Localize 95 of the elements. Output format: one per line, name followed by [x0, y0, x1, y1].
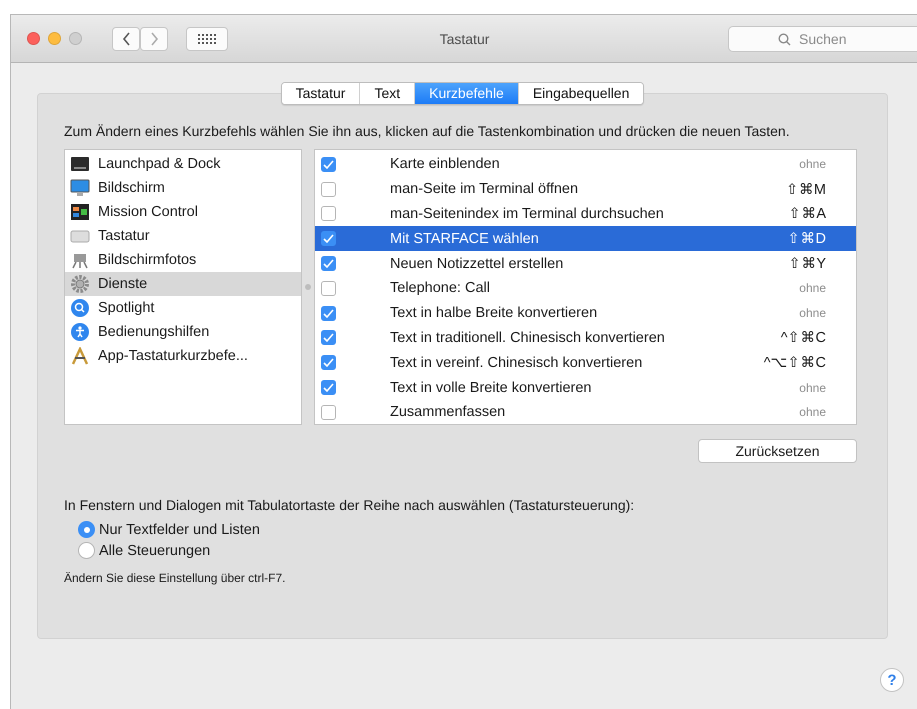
- shortcut-label: Text in traditionell. Chinesisch konvertieren: [390, 330, 666, 346]
- dot-grid-icon: [198, 34, 216, 44]
- grid-button[interactable]: [186, 26, 228, 50]
- checkmark-icon: [323, 259, 334, 268]
- shortcut-row[interactable]: Mit STARFACE wählen ⇧⌘D: [315, 226, 856, 252]
- checkmark-icon: [323, 383, 334, 392]
- checkbox[interactable]: [321, 206, 336, 222]
- shortcut-row[interactable]: man-Seitenindex im Terminal durchsuchen ⇧⌘A: [315, 202, 856, 226]
- checkbox[interactable]: [321, 404, 336, 420]
- help-button[interactable]: ?: [880, 668, 904, 692]
- back-button[interactable]: [112, 26, 140, 50]
- split-handle[interactable]: [305, 284, 311, 290]
- category-label: Tastatur: [98, 228, 150, 244]
- category-label: Spotlight: [98, 300, 154, 316]
- key-combination[interactable]: ^⌥⇧⌘C: [764, 354, 826, 372]
- checkbox[interactable]: [321, 156, 336, 172]
- tab[interactable]: Text: [360, 83, 416, 104]
- category-item[interactable]: Tastatur: [65, 224, 301, 248]
- category-label: Bildschirmfotos: [98, 252, 196, 268]
- monitor-icon: [70, 179, 90, 197]
- category-label: Dienste: [98, 276, 148, 292]
- shortcut-label: Text in vereinf. Chinesisch konvertieren: [390, 354, 644, 371]
- window-title: Tastatur: [440, 30, 490, 46]
- instructions-text: Zum Ändern eines Kurzbefehls wählen Sie ihn aus, klicken auf die Tastenkombination und drücken die neuen Tasten.: [64, 122, 791, 141]
- checkmark-icon: [323, 160, 334, 169]
- category-label: App-Tastaturkurzbefe...: [98, 348, 248, 364]
- checkbox[interactable]: [321, 380, 336, 396]
- tab-navigation-label: In Fenstern und Dialogen mit Tabulatortaste der Reihe nach auswählen (Tastatursteuerung):: [64, 497, 636, 513]
- key-combination[interactable]: ^⇧⌘C: [780, 329, 826, 346]
- checkmark-icon: [323, 308, 334, 318]
- radio-button[interactable]: [78, 521, 95, 538]
- windows-icon: [70, 203, 90, 221]
- checkbox[interactable]: [321, 256, 336, 272]
- checkmark-icon: [323, 333, 334, 342]
- category-item[interactable]: Bildschirmfotos: [65, 248, 301, 272]
- camera-icon: [70, 251, 90, 269]
- category-item[interactable]: Bildschirm: [65, 176, 301, 200]
- shortcut-row[interactable]: Text in traditionell. Chinesisch konvertieren ^⇧⌘C: [315, 326, 856, 350]
- radio-button[interactable]: [78, 542, 95, 559]
- key-combination[interactable]: ⇧⌘M: [786, 180, 826, 198]
- gear-icon: [70, 274, 90, 294]
- shortcut-row[interactable]: man-Seite im Terminal öffnen ⇧⌘M: [315, 176, 856, 202]
- category-item[interactable]: Dienste: [65, 272, 301, 296]
- shortcut-label: Mit STARFACE wählen: [390, 230, 540, 247]
- search-icon: [778, 32, 791, 46]
- chevron-right-icon: [150, 32, 158, 46]
- category-label: Launchpad & Dock: [98, 156, 221, 172]
- checkbox[interactable]: [321, 231, 336, 246]
- key-combination[interactable]: ⇧⌘A: [788, 205, 826, 222]
- checkmark-icon: [323, 234, 334, 244]
- magnifier-icon: [70, 298, 90, 318]
- category-label: Bildschirm: [98, 180, 165, 196]
- key-combination[interactable]: ⇧⌘D: [788, 230, 826, 248]
- radio-label: Nur Textfelder und Listen: [99, 522, 260, 538]
- tab[interactable]: Tastatur: [282, 83, 360, 104]
- shortcut-label: man-Seitenindex im Terminal durchsuchen: [390, 206, 665, 222]
- dock-icon: [70, 155, 90, 173]
- checkbox[interactable]: [321, 330, 336, 346]
- category-item[interactable]: Launchpad & Dock: [65, 152, 301, 176]
- search-field[interactable]: Suchen: [728, 26, 917, 52]
- shortcut-label: man-Seite im Terminal öffnen: [390, 181, 580, 198]
- checkbox[interactable]: [321, 355, 336, 370]
- shortcut-row[interactable]: Neuen Notizzettel erstellen ⇧⌘Y: [315, 251, 856, 276]
- category-label: Bedienungshilfen: [98, 324, 210, 340]
- shortcut-label: Karte einblenden: [390, 156, 501, 172]
- checkbox[interactable]: [321, 280, 336, 296]
- category-label: Mission Control: [98, 204, 198, 220]
- category-item[interactable]: Bedienungshilfen: [65, 320, 301, 344]
- shortcut-row[interactable]: Karte einblenden ohne: [315, 152, 856, 177]
- checkbox[interactable]: [321, 182, 336, 197]
- hint-text: Ändern Sie diese Einstellung über ctrl-F7.: [64, 571, 286, 585]
- accessibility-icon: [70, 322, 90, 342]
- shortcut-row[interactable]: Text in volle Breite konvertieren ohne: [315, 375, 856, 400]
- shortcut-label: Neuen Notizzettel erstellen: [390, 256, 564, 272]
- reset-button[interactable]: Zurücksetzen: [698, 439, 857, 463]
- category-item[interactable]: Spotlight: [65, 296, 301, 320]
- shortcut-row[interactable]: Text in halbe Breite konvertieren ohne: [315, 300, 856, 326]
- category-item[interactable]: App-Tastaturkurzbefe...: [65, 344, 301, 368]
- radio-label: Alle Steuerungen: [99, 542, 210, 558]
- shortcut-row[interactable]: Text in vereinf. Chinesisch konvertieren ^⌥⇧⌘C: [315, 350, 856, 376]
- shortcut-label: Zusammenfassen: [390, 404, 506, 420]
- shortcut-row[interactable]: Zusammenfassen ohne: [315, 400, 856, 424]
- category-item[interactable]: Mission Control: [65, 200, 301, 224]
- shortcut-label: Telephone: Call: [390, 280, 491, 296]
- shortcut-label: Text in volle Breite konvertieren: [390, 380, 592, 396]
- shortcut-row[interactable]: Telephone: Call ohne: [315, 276, 856, 301]
- key-combination[interactable]: ⇧⌘Y: [788, 255, 826, 272]
- minimize-button[interactable]: [48, 32, 61, 45]
- chevron-left-icon: [122, 32, 130, 46]
- letter-a-tools-icon: [70, 347, 90, 365]
- tab[interactable]: Eingabequellen: [518, 83, 644, 104]
- close-button[interactable]: [27, 32, 40, 45]
- checkbox[interactable]: [321, 306, 336, 321]
- checkmark-icon: [323, 358, 334, 368]
- shortcut-label: Text in halbe Breite konvertieren: [390, 305, 598, 322]
